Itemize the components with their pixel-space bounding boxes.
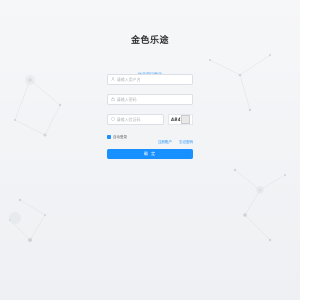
- submit-button[interactable]: 确 定: [107, 149, 193, 159]
- app-title: 金色乐途: [130, 36, 169, 46]
- captcha-image[interactable]: AB4: [168, 114, 193, 125]
- password-input[interactable]: [115, 97, 192, 102]
- account-links: 注册账户 忘记密码: [156, 128, 193, 147]
- username-field[interactable]: [107, 74, 193, 85]
- captcha-code: AB4: [171, 117, 181, 122]
- login-tabs: 账号密码登录: [107, 61, 193, 80]
- register-link[interactable]: 注册账户: [158, 140, 172, 144]
- captcha-input[interactable]: [115, 117, 163, 122]
- forgot-password-link[interactable]: 忘记密码: [179, 140, 193, 144]
- remember-checkbox[interactable]: 自动登录: [107, 135, 127, 140]
- password-field[interactable]: [107, 94, 193, 105]
- username-input[interactable]: [115, 77, 192, 82]
- login-panel: 金色乐途 账号密码登录 AB4: [107, 34, 193, 159]
- remember-label: 自动登录: [113, 134, 127, 139]
- captcha-refresh-icon[interactable]: [181, 115, 190, 124]
- captcha-field[interactable]: [107, 114, 164, 125]
- checkbox-checked-icon[interactable]: [107, 135, 111, 139]
- login-options: 自动登录 注册账户 忘记密码: [107, 134, 193, 144]
- login-page: 金色乐途 账号密码登录 AB4: [0, 0, 300, 300]
- captcha-row: AB4: [107, 114, 193, 125]
